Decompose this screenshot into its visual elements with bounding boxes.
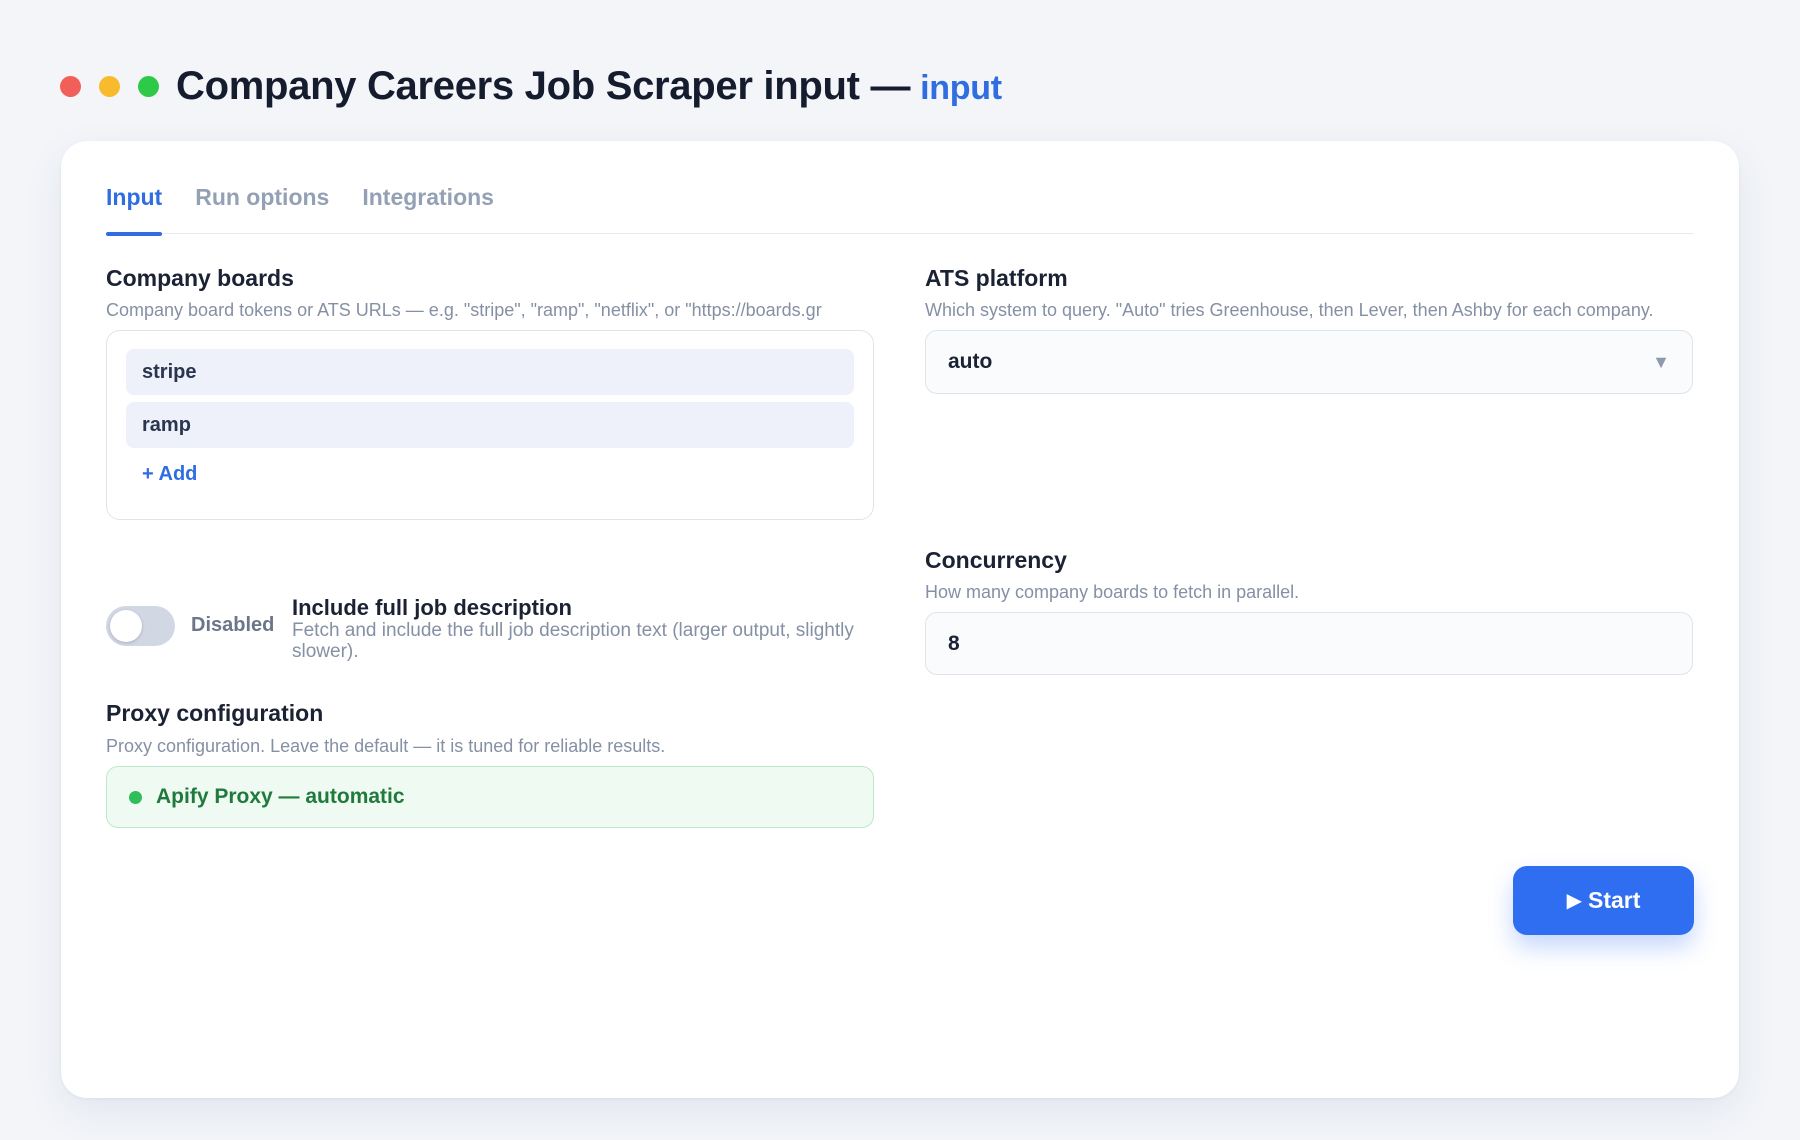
concurrency-field: Concurrency How many company boards to f… (925, 547, 1693, 675)
ats-platform-select[interactable]: auto ▼ (925, 330, 1693, 394)
status-dot-icon (129, 790, 142, 804)
start-button-label: Start (1587, 887, 1641, 913)
company-boards-list: stripe ramp + Add (106, 330, 874, 520)
tab-input[interactable]: Input (106, 177, 163, 236)
ats-platform-label: ATS platform (925, 265, 1068, 291)
toggle-state-label: Disabled (191, 614, 275, 636)
add-board-button[interactable]: + Add (142, 463, 197, 486)
concurrency-input[interactable]: 8 (925, 612, 1693, 675)
chevron-down-icon: ▼ (1652, 351, 1670, 372)
company-boards-label: Company boards (106, 265, 294, 291)
concurrency-label: Concurrency (925, 547, 1067, 573)
proxy-field: Proxy configuration Proxy configuration.… (106, 700, 874, 828)
minimize-window-button[interactable] (99, 75, 120, 97)
toggle-knob (110, 610, 142, 642)
ats-platform-help: Which system to query. "Auto" tries Gree… (925, 300, 1654, 320)
full-description-text: Include full job description Fetch and i… (292, 595, 872, 663)
tab-run-options[interactable]: Run options (195, 177, 329, 234)
window-titlebar: Company Careers Job Scraper input — input (60, 58, 1002, 114)
concurrency-help: How many company boards to fetch in para… (925, 582, 1300, 602)
ats-platform-value: auto (948, 350, 993, 373)
company-boards-field: Company boards Company board tokens or A… (106, 265, 874, 520)
full-description-toggle[interactable] (106, 606, 175, 646)
list-item[interactable]: stripe (126, 349, 854, 395)
maximize-window-button[interactable] (138, 75, 159, 97)
proxy-label: Proxy configuration (106, 700, 324, 726)
page-title: Company Careers Job Scraper input — input (176, 64, 1002, 109)
full-description-help: Fetch and include the full job descripti… (292, 620, 854, 662)
play-icon: ▶ (1566, 890, 1582, 912)
page-title-accent: input (920, 68, 1002, 107)
proxy-value: Apify Proxy — automatic (156, 785, 405, 808)
full-description-field: Disabled Include full job description Fe… (106, 578, 874, 678)
company-boards-help: Company board tokens or ATS URLs — e.g. … (106, 300, 822, 320)
proxy-help: Proxy configuration. Leave the default —… (106, 736, 666, 756)
close-window-button[interactable] (60, 75, 81, 97)
proxy-select[interactable]: Apify Proxy — automatic (106, 766, 874, 828)
full-description-label: Include full job description (292, 595, 572, 620)
input-card: Input Run options Integrations Company b… (61, 141, 1739, 1098)
ats-platform-field: ATS platform Which system to query. "Aut… (925, 265, 1693, 394)
tab-integrations[interactable]: Integrations (362, 177, 494, 234)
list-item[interactable]: ramp (126, 402, 854, 448)
start-button[interactable]: ▶ Start (1513, 866, 1694, 935)
page-title-text: Company Careers Job Scraper input — (176, 63, 911, 108)
tab-bar: Input Run options Integrations (106, 177, 1694, 236)
